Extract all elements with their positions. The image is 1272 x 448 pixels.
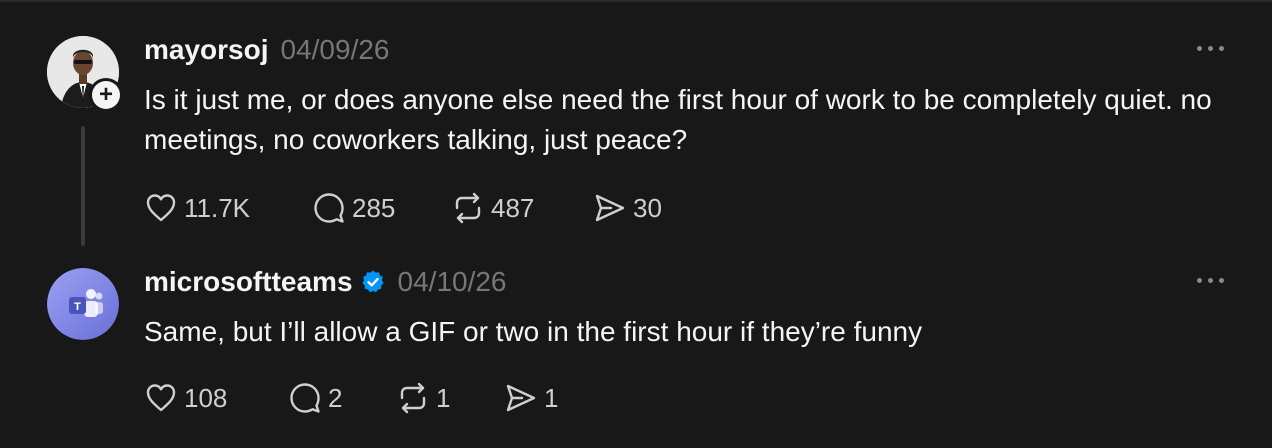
share-count: 1	[544, 382, 559, 413]
follow-button[interactable]: +	[89, 78, 123, 112]
more-horizontal-icon	[1196, 277, 1202, 283]
more-horizontal-icon	[1196, 45, 1202, 51]
reply-button[interactable]: 2	[288, 381, 396, 415]
speech-bubble-icon	[290, 383, 320, 413]
more-options-button[interactable]	[1190, 36, 1230, 60]
thread-line	[81, 126, 85, 246]
share-button[interactable]: 1	[504, 381, 558, 415]
like-button[interactable]: 108	[144, 381, 288, 415]
repost-count: 487	[491, 192, 535, 223]
post-header: microsoftteams 04/10/26	[144, 262, 507, 302]
reply-count: 2	[328, 382, 343, 413]
post-mayorsoj: + mayorsoj 04/09/26 Is it just me, or do…	[0, 30, 1272, 250]
username[interactable]: mayorsoj	[144, 34, 269, 66]
heart-icon	[146, 194, 176, 222]
send-icon	[595, 194, 625, 222]
repost-count: 1	[436, 382, 451, 413]
avatar[interactable]: T	[47, 268, 119, 340]
post-microsoftteams: T microsoftteams 04/10/26 Same, but I’ll…	[0, 262, 1272, 442]
more-options-button[interactable]	[1190, 268, 1230, 292]
repost-arrows-icon	[400, 382, 426, 414]
username[interactable]: microsoftteams	[144, 266, 353, 298]
repost-button[interactable]: 487	[451, 191, 593, 225]
plus-icon: +	[92, 81, 120, 109]
send-icon	[506, 384, 536, 412]
post-text: Is it just me, or does anyone else need …	[144, 84, 1212, 155]
post-text: Same, but I’ll allow a GIF or two in the…	[144, 316, 923, 347]
speech-bubble-icon	[314, 193, 344, 223]
heart-icon	[146, 384, 176, 412]
reply-count: 285	[352, 192, 396, 223]
like-count: 11.7K	[184, 192, 251, 223]
post-header: mayorsoj 04/09/26	[144, 30, 390, 70]
like-count: 108	[184, 382, 228, 413]
teams-logo-icon: T	[47, 268, 119, 340]
verified-badge-icon	[361, 270, 384, 293]
repost-arrows-icon	[455, 192, 481, 224]
post-actions: 108 2 1 1	[144, 378, 558, 418]
post-actions: 11.7K 285 487 30	[144, 188, 662, 228]
share-button[interactable]: 30	[593, 191, 662, 225]
svg-text:T: T	[74, 301, 81, 313]
top-divider	[0, 0, 1272, 2]
like-button[interactable]: 11.7K	[144, 191, 312, 225]
repost-button[interactable]: 1	[396, 381, 504, 415]
share-count: 30	[633, 192, 662, 223]
timestamp[interactable]: 04/10/26	[398, 266, 507, 298]
timestamp[interactable]: 04/09/26	[281, 34, 390, 66]
reply-button[interactable]: 285	[312, 191, 451, 225]
